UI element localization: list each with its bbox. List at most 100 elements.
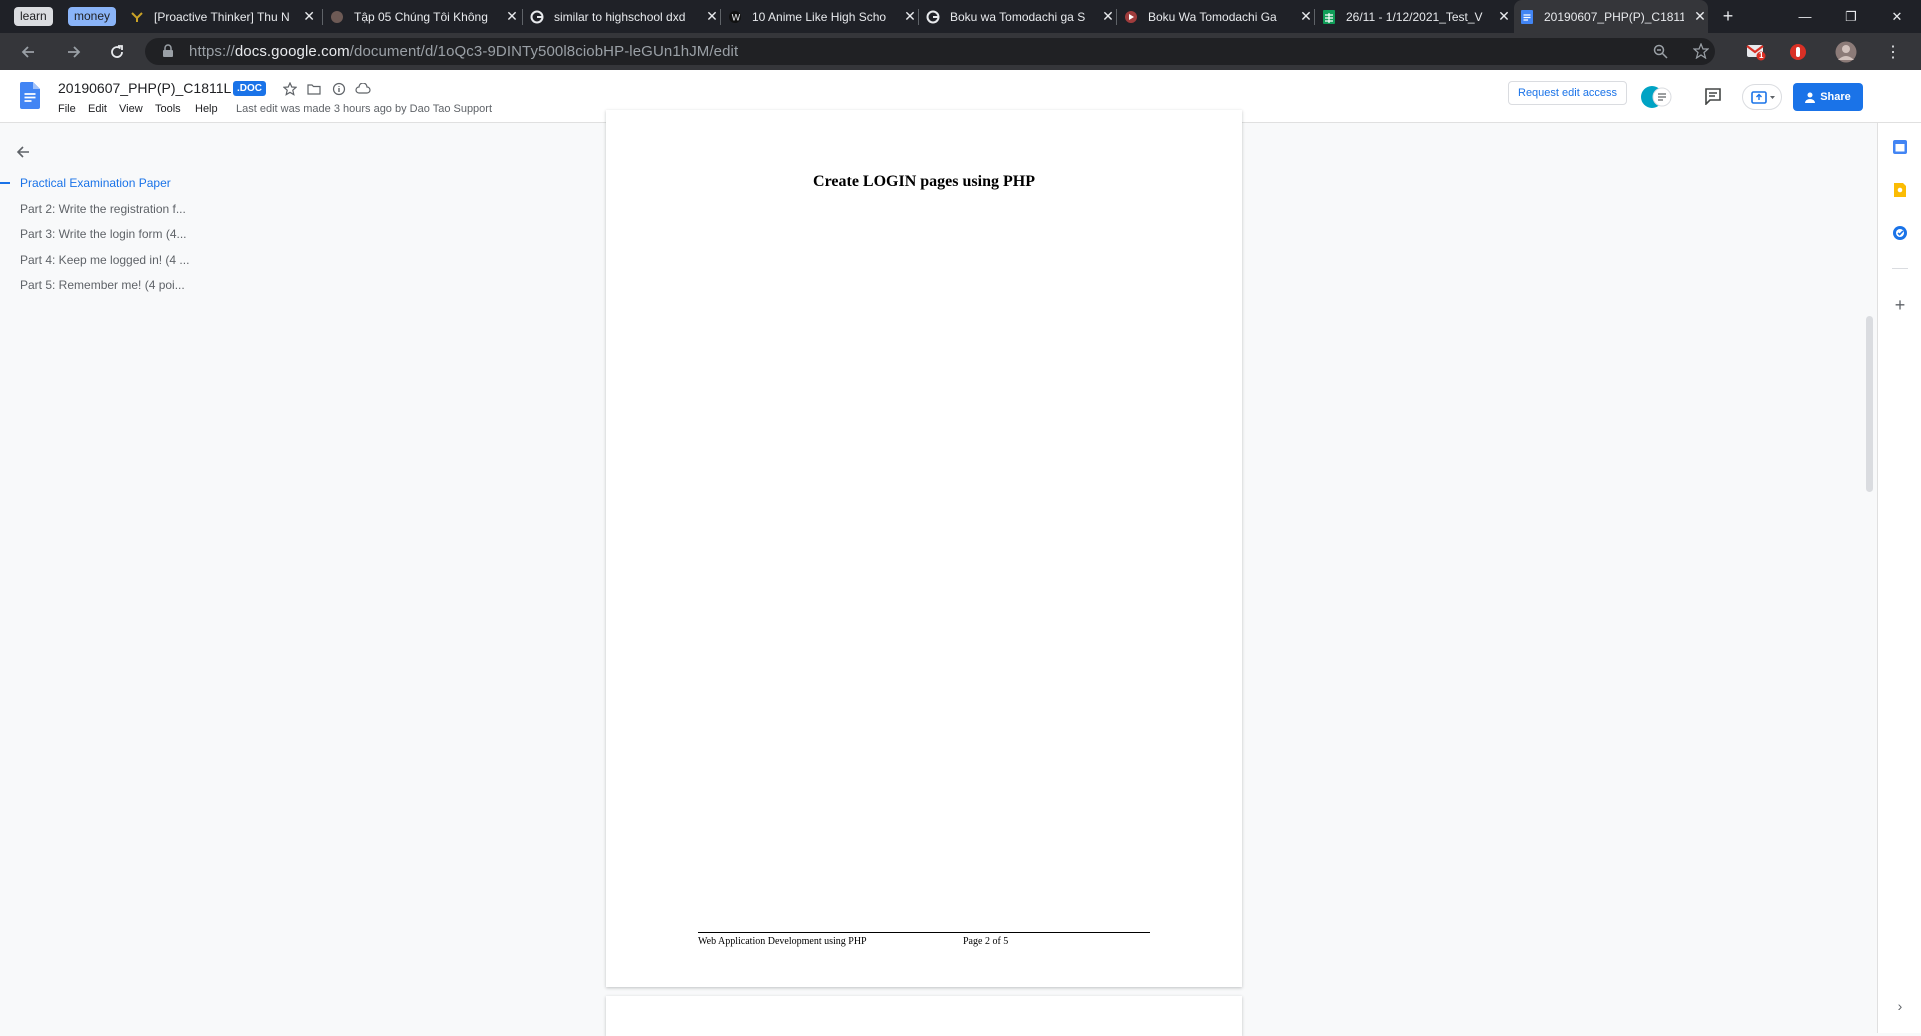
browser-toolbar: https://docs.google.com/document/d/1oQc3… <box>0 33 1921 70</box>
share-button[interactable]: Share <box>1793 83 1863 111</box>
red-extension-icon[interactable] <box>1784 38 1812 66</box>
request-edit-access-button[interactable]: Request edit access <box>1508 81 1628 105</box>
document-page[interactable]: Create LOGIN pages using PHP Web Applica… <box>606 110 1242 987</box>
tab-divider <box>918 9 919 25</box>
footer-page-number: Page 2 of 5 <box>963 936 1009 947</box>
docs-home-icon[interactable] <box>20 82 40 114</box>
close-tab-icon[interactable]: ✕ <box>301 8 317 25</box>
document-title[interactable]: 20190607_PHP(P)_C1811L <box>58 80 231 96</box>
footer-course-title: Web Application Development using PHP <box>698 936 867 947</box>
yellow-logo-icon <box>130 10 144 24</box>
sheets-icon <box>1322 9 1336 24</box>
browser-tab[interactable]: Boku wa Tomodachi ga S ✕ <box>926 0 1116 33</box>
browser-menu-icon[interactable]: ⋮ <box>1879 38 1907 66</box>
tab-title: Tập 05 Chúng Tôi Không <box>354 9 488 24</box>
side-panel: + › <box>1877 123 1921 1033</box>
site-info-icon[interactable] <box>161 44 175 63</box>
docs-icon <box>1520 9 1534 24</box>
outline-item[interactable]: Part 3: Write the login form (4... <box>20 227 187 241</box>
browser-tab-strip: learn money [Proactive Thinker] Thu N ✕ … <box>0 0 1921 33</box>
google-icon <box>926 10 940 24</box>
document-scrollbar[interactable] <box>1866 316 1873 492</box>
close-window-button[interactable]: ✕ <box>1874 0 1920 33</box>
tab-title: 10 Anime Like High Scho <box>752 9 887 24</box>
tab-group-learn[interactable]: learn <box>14 7 53 26</box>
file-format-badge: .DOC <box>233 81 266 96</box>
expand-panel-chevron-icon[interactable]: › <box>1891 997 1909 1015</box>
gmail-unread-badge: 1 <box>1759 51 1764 60</box>
anime-site-icon <box>330 10 344 24</box>
tab-divider <box>1314 9 1315 25</box>
outline-item[interactable]: Practical Examination Paper <box>20 176 171 190</box>
minimize-window-button[interactable]: — <box>1782 0 1828 33</box>
meet-call-icon[interactable] <box>1640 85 1672 114</box>
menu-view[interactable]: View <box>119 103 143 115</box>
menu-file[interactable]: File <box>58 103 76 115</box>
video-site-icon <box>1124 10 1138 24</box>
footer-rule <box>698 932 1150 933</box>
document-page[interactable] <box>606 996 1242 1036</box>
document-outline: Practical Examination Paper Part 2: Writ… <box>0 123 605 1033</box>
profile-avatar[interactable] <box>1832 38 1860 66</box>
zoom-icon[interactable] <box>1653 44 1668 64</box>
browser-tab[interactable]: Tập 05 Chúng Tôi Không ✕ <box>330 0 520 33</box>
forward-button[interactable] <box>60 38 88 66</box>
address-bar[interactable]: https://docs.google.com/document/d/1oQc3… <box>145 38 1715 65</box>
person-icon <box>1805 92 1816 103</box>
browser-tab[interactable]: W 10 Anime Like High Scho ✕ <box>728 0 918 33</box>
outline-item[interactable]: Part 4: Keep me logged in! (4 ... <box>20 253 189 267</box>
tab-title: [Proactive Thinker] Thu N <box>154 9 290 24</box>
keep-icon[interactable] <box>1891 181 1909 199</box>
document-info-icon[interactable] <box>331 81 347 97</box>
browser-tab[interactable]: similar to highschool dxd ✕ <box>530 0 720 33</box>
browser-tab-active[interactable]: 20190607_PHP(P)_C1811 ✕ <box>1514 0 1708 33</box>
url-text: https://docs.google.com/document/d/1oQc3… <box>189 43 739 60</box>
active-heading-marker <box>0 182 10 184</box>
tasks-icon[interactable] <box>1891 224 1909 242</box>
close-tab-icon[interactable]: ✕ <box>1298 8 1314 25</box>
outline-item[interactable]: Part 5: Remember me! (4 poi... <box>20 278 185 292</box>
tab-divider <box>522 9 523 25</box>
tab-title: Boku wa Tomodachi ga S <box>950 9 1086 24</box>
svg-text:W: W <box>732 13 741 23</box>
close-outline-icon[interactable] <box>16 145 30 164</box>
tab-title: 20190607_PHP(P)_C1811 <box>1544 9 1684 24</box>
menu-edit[interactable]: Edit <box>88 103 107 115</box>
wordpress-icon: W <box>728 10 742 24</box>
last-edit-status[interactable]: Last edit was made 3 hours ago by Dao Ta… <box>236 103 492 115</box>
bookmark-star-icon[interactable] <box>1692 42 1710 64</box>
back-button[interactable] <box>14 38 42 66</box>
calendar-icon[interactable] <box>1891 138 1909 156</box>
share-button-label: Share <box>1820 91 1851 103</box>
outline-item[interactable]: Part 2: Write the registration f... <box>20 202 186 216</box>
side-panel-divider <box>1892 268 1908 269</box>
star-icon[interactable] <box>282 81 298 97</box>
close-tab-icon[interactable]: ✕ <box>1496 8 1512 25</box>
gmail-extension-icon[interactable]: 1 <box>1742 38 1770 66</box>
tab-title: Boku Wa Tomodachi Ga <box>1148 9 1277 24</box>
browser-tab[interactable]: 26/11 - 1/12/2021_Test_V ✕ <box>1322 0 1512 33</box>
tab-divider <box>1116 9 1117 25</box>
new-tab-button[interactable]: + <box>1705 0 1751 33</box>
browser-tab[interactable]: [Proactive Thinker] Thu N ✕ <box>130 0 317 33</box>
move-folder-icon[interactable] <box>306 81 322 97</box>
comment-history-icon[interactable] <box>1704 87 1722 110</box>
page-heading: Create LOGIN pages using PHP <box>813 173 1035 190</box>
get-addons-icon[interactable]: + <box>1891 295 1909 315</box>
close-tab-icon[interactable]: ✕ <box>1100 8 1116 25</box>
reload-button[interactable] <box>103 38 131 66</box>
google-icon <box>530 10 544 24</box>
present-button[interactable] <box>1742 84 1782 110</box>
menu-tools[interactable]: Tools <box>155 103 181 115</box>
tab-group-money[interactable]: money <box>68 7 117 26</box>
menu-help[interactable]: Help <box>195 103 218 115</box>
cloud-status-icon[interactable] <box>355 81 371 97</box>
close-tab-icon[interactable]: ✕ <box>704 8 720 25</box>
close-tab-icon[interactable]: ✕ <box>504 8 520 25</box>
restore-window-button[interactable]: ❐ <box>1828 0 1874 33</box>
close-tab-icon[interactable]: ✕ <box>902 8 918 25</box>
browser-tab[interactable]: Boku Wa Tomodachi Ga ✕ <box>1124 0 1314 33</box>
tab-divider <box>322 9 323 25</box>
tab-title: 26/11 - 1/12/2021_Test_V <box>1346 9 1483 24</box>
tab-title: similar to highschool dxd <box>554 9 686 24</box>
